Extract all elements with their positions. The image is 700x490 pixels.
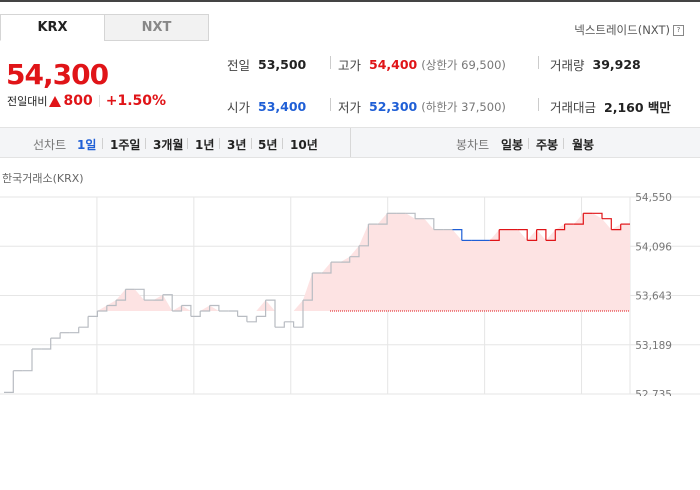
divider [219,138,220,149]
stat-prev-close: 전일 53,500 [227,55,306,74]
period-1d[interactable]: 1일 [77,136,96,153]
toolbar-divider [350,128,351,157]
change-label: 전일대비 [7,95,48,108]
change-value: 800 [63,93,93,109]
divider [330,98,331,111]
stat-value: 39,928 [592,57,641,72]
price-chart: 54,550 54,096 53,643 53,189 52,735 [0,192,700,396]
stat-label: 거래대금 [550,100,597,115]
divider [145,138,146,149]
y-tick-label: 54,096 [635,241,672,253]
stat-label: 전일 [227,58,251,73]
stat-label: 고가 [338,58,362,73]
candle-chart-label: 봉차트 [456,138,490,152]
price-line-segment [78,316,89,328]
divider [98,95,100,107]
divider [330,56,331,69]
y-tick-label: 53,189 [635,340,672,352]
up-triangle-icon [49,95,62,107]
stat-value: 2,160 백만 [604,100,671,115]
stat-low: 저가 52,300 (하한가 37,500) [338,97,506,116]
price-line-segment [50,332,61,339]
candle-monthly[interactable]: 월봉 [572,136,594,153]
price-change: 전일대비 800 +1.50% [7,93,166,109]
help-icon[interactable]: ? [673,24,684,36]
price-line-segment [284,321,295,328]
price-line-segment [69,327,80,334]
stat-label: 거래량 [550,58,585,73]
stat-value: 53,500 [258,57,307,72]
stat-label: 시가 [227,100,251,115]
stat-volume: 거래량 39,928 [550,55,641,74]
nxt-link[interactable]: 넥스트레이드(NXT) ? [574,22,684,38]
y-tick-label: 54,550 [635,192,672,204]
period-3m[interactable]: 3개월 [153,136,183,153]
price-line-segment [237,315,248,322]
period-1w[interactable]: 1주일 [110,136,140,153]
divider [528,138,529,149]
period-3y[interactable]: 3년 [227,136,246,153]
period-10y[interactable]: 10년 [290,136,318,153]
divider [251,138,252,149]
divider [102,138,103,149]
y-tick-label: 52,735 [635,389,672,396]
period-1y[interactable]: 1년 [195,136,214,153]
exchange-label: 한국거래소(KRX) [2,172,84,185]
divider [538,98,539,111]
current-price: 54,300 [6,58,109,91]
price-line-segment [228,310,239,317]
divider [187,138,188,149]
stat-value: 52,300 [369,99,418,114]
lower-limit: (하한가 37,500) [421,99,506,114]
top-border [0,0,700,2]
line-chart-label: 선차트 [33,138,67,152]
tab-krx[interactable]: KRX [0,14,105,41]
divider [563,138,564,149]
price-line-segment [4,370,14,393]
price-line-segment [22,349,33,372]
y-tick-label: 53,643 [635,291,672,303]
period-5y[interactable]: 5년 [258,136,277,153]
price-line-segment [275,321,285,328]
stat-label: 저가 [338,100,362,115]
stat-amount: 거래대금 2,160 백만 [550,97,671,116]
change-percent: +1.50% [105,93,167,109]
area-fill [4,213,630,311]
candle-weekly[interactable]: 주봉 [536,136,558,153]
candle-daily[interactable]: 일봉 [501,136,523,153]
price-line-segment [88,311,98,317]
price-line-segment [41,338,52,350]
chart-toolbar: 선차트 1일 1주일 3개월 1년 3년 5년 10년 봉차트 일봉 주봉 월봉 [0,127,700,158]
stat-open: 시가 53,400 [227,97,306,116]
upper-limit: (상한가 69,500) [421,57,506,72]
stat-high: 고가 54,400 (상한가 69,500) [338,55,506,74]
divider [282,138,283,149]
stat-value: 54,400 [369,57,418,72]
price-line-segment [190,311,201,317]
stat-value: 53,400 [258,99,307,114]
nxt-link-label: 넥스트레이드(NXT) [574,23,670,37]
tab-nxt[interactable]: NXT [104,14,209,41]
divider [538,56,539,69]
price-line-segment [246,316,257,323]
